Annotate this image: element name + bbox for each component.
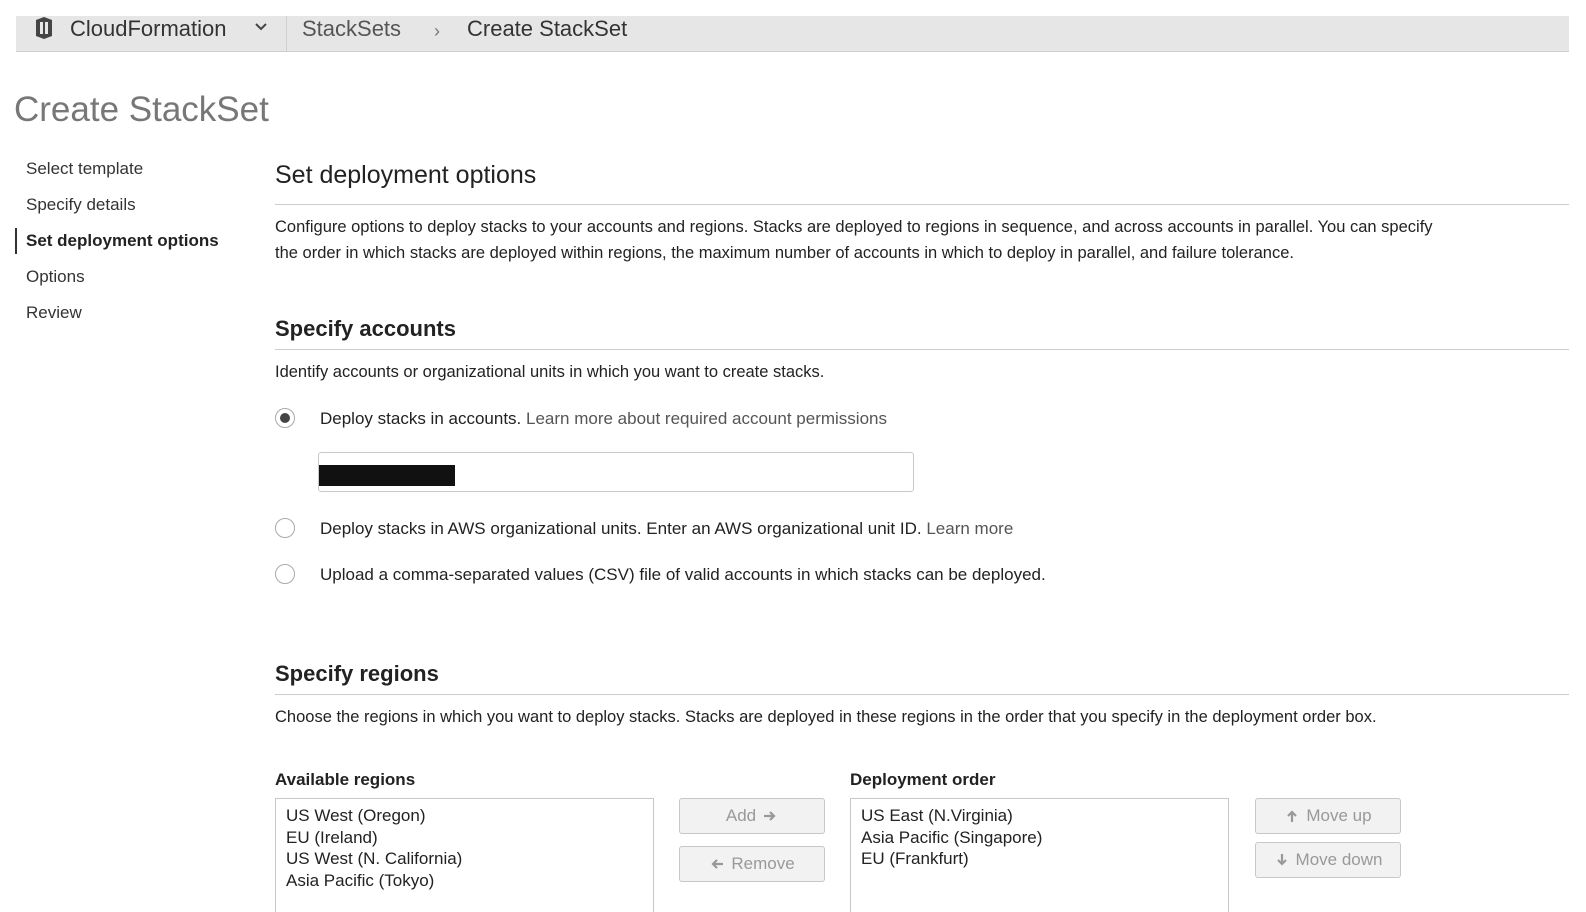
cloudformation-logo-icon <box>36 17 52 39</box>
list-item[interactable]: EU (Frankfurt) <box>861 848 1218 870</box>
top-navigation-bar: CloudFormation StackSets › Create StackS… <box>16 16 1569 52</box>
radio-deploy-in-accounts[interactable] <box>275 408 295 428</box>
nav-divider <box>286 16 287 52</box>
regions-divider <box>275 694 1569 695</box>
available-regions-label: Available regions <box>275 770 416 789</box>
sidebar-item-review[interactable]: Review <box>26 302 82 324</box>
radio-label-upload-csv: Upload a comma-separated values (CSV) fi… <box>320 565 1046 584</box>
arrow-left-icon <box>711 859 724 869</box>
accounts-divider <box>275 349 1569 350</box>
accounts-description: Identify accounts or organizational unit… <box>275 363 825 381</box>
arrow-right-icon <box>764 811 776 821</box>
sidebar-item-options[interactable]: Options <box>26 266 85 288</box>
list-item[interactable]: EU (Ireland) <box>286 827 643 849</box>
page-title: Create StackSet <box>14 90 269 129</box>
redacted-account-value <box>319 465 455 486</box>
list-item[interactable]: US West (Oregon) <box>286 805 643 827</box>
radio-label-deploy-in-ous: Deploy stacks in AWS organizational unit… <box>320 518 1013 540</box>
active-step-indicator <box>15 228 17 254</box>
remove-button-label: Remove <box>731 854 795 873</box>
section-divider <box>275 204 1569 205</box>
list-item[interactable]: Asia Pacific (Singapore) <box>861 827 1218 849</box>
chevron-down-icon[interactable] <box>254 20 268 34</box>
sidebar-item-select-template[interactable]: Select template <box>26 158 143 180</box>
add-button-label: Add <box>725 806 757 825</box>
account-numbers-input[interactable] <box>318 452 914 492</box>
sidebar-item-specify-details[interactable]: Specify details <box>26 194 136 216</box>
move-up-label: Move up <box>1306 806 1372 825</box>
deployment-order-label: Deployment order <box>850 770 996 789</box>
description-line-1: Configure options to deploy stacks to yo… <box>275 218 1433 236</box>
deployment-order-list[interactable]: US East (N.Virginia) Asia Pacific (Singa… <box>850 798 1229 912</box>
breadcrumb-stacksets[interactable]: StackSets <box>302 16 401 42</box>
radio-label-deploy-in-accounts: Deploy stacks in accounts. Learn more ab… <box>320 408 887 430</box>
learn-more-permissions-link[interactable]: Learn more about required account permis… <box>526 409 887 428</box>
list-item[interactable]: US East (N.Virginia) <box>861 805 1218 827</box>
service-menu[interactable]: CloudFormation <box>70 16 227 42</box>
arrow-up-icon <box>1287 810 1298 822</box>
regions-description: Choose the regions in which you want to … <box>275 708 1377 726</box>
regions-title: Specify regions <box>275 661 439 686</box>
option-text: Deploy stacks in accounts. <box>320 409 522 428</box>
remove-region-button[interactable]: Remove <box>679 846 825 882</box>
available-regions-list[interactable]: US West (Oregon) EU (Ireland) US West (N… <box>275 798 654 912</box>
section-title: Set deployment options <box>275 161 537 189</box>
move-down-label: Move down <box>1295 850 1383 869</box>
accounts-title: Specify accounts <box>275 316 456 341</box>
breadcrumb-create-stackset: Create StackSet <box>467 16 628 41</box>
add-region-button[interactable]: Add <box>679 798 825 834</box>
list-item[interactable]: Asia Pacific (Tokyo) <box>286 870 643 892</box>
radio-deploy-in-ous[interactable] <box>275 518 295 538</box>
move-up-button[interactable]: Move up <box>1255 798 1401 834</box>
list-item[interactable]: US West (N. California) <box>286 848 643 870</box>
breadcrumb-separator: › <box>434 21 440 41</box>
move-down-button[interactable]: Move down <box>1255 842 1401 878</box>
description-line-2: the order in which stacks are deployed w… <box>275 244 1294 262</box>
option-text: Deploy stacks in AWS organizational unit… <box>320 519 922 538</box>
learn-more-ous-link[interactable]: Learn more <box>926 519 1013 538</box>
section-description: Configure options to deploy stacks to yo… <box>275 214 1565 266</box>
radio-upload-csv[interactable] <box>275 564 295 584</box>
sidebar-item-set-deployment-options[interactable]: Set deployment options <box>26 230 219 252</box>
arrow-down-icon <box>1276 854 1287 866</box>
